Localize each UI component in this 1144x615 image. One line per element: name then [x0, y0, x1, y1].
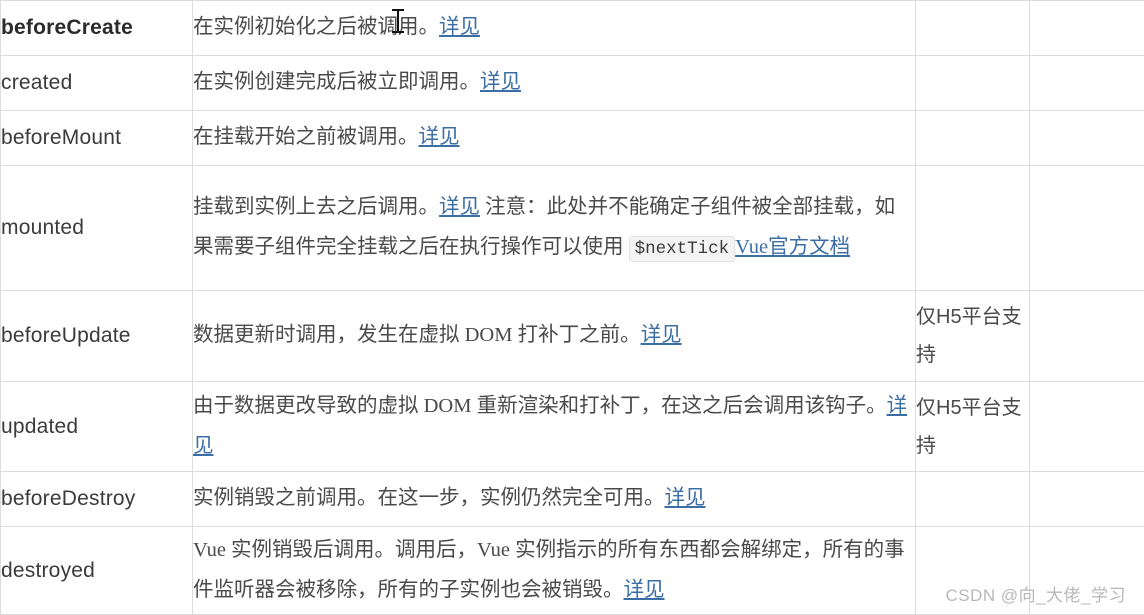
table-row: mounted 挂载到实例上去之后调用。详见 注意：此处并不能确定子组件被全部挂…: [1, 166, 1144, 291]
table-row: beforeMount 在挂载开始之前被调用。详见: [1, 111, 1144, 166]
platform-support-cell: [916, 472, 1030, 527]
hook-description-cell: 实例销毁之前调用。在这一步，实例仍然完全可用。详见: [193, 472, 916, 527]
hook-description-cell: 在实例创建完成后被立即调用。详见: [193, 56, 916, 111]
extra-cell: [1030, 1, 1144, 56]
description-text: 在实例创建完成后被立即调用。: [193, 71, 480, 93]
platform-support-cell: [916, 1, 1030, 56]
platform-support-cell: [916, 56, 1030, 111]
hook-name-cell: beforeMount: [1, 111, 193, 166]
table-row: updated 由于数据更改导致的虚拟 DOM 重新渲染和打补丁，在这之后会调用…: [1, 382, 1144, 472]
description-text: 数据更新时调用，发生在虚拟 DOM 打补丁之前。: [193, 324, 641, 346]
platform-support-cell: [916, 111, 1030, 166]
platform-support-cell: [916, 166, 1030, 291]
description-text: 由于数据更改导致的虚拟 DOM 重新渲染和打补丁，在这之后会调用该钩子。: [193, 395, 887, 417]
detail-link[interactable]: 详见: [665, 487, 706, 509]
hook-description-cell: Vue 实例销毁后调用。调用后，Vue 实例指示的所有东西都会解绑定，所有的事件…: [193, 527, 916, 615]
detail-link[interactable]: 详见: [439, 16, 480, 38]
detail-link[interactable]: 详见: [419, 126, 460, 148]
hook-description-cell: 由于数据更改导致的虚拟 DOM 重新渲染和打补丁，在这之后会调用该钩子。详见: [193, 382, 916, 472]
extra-cell: [1030, 111, 1144, 166]
extra-cell: [1030, 166, 1144, 291]
table-row: beforeUpdate 数据更新时调用，发生在虚拟 DOM 打补丁之前。详见 …: [1, 291, 1144, 382]
description-text: 在挂载开始之前被调用。: [193, 126, 419, 148]
table-body: beforeCreate 在实例初始化之后被调用。详见 created 在实例创…: [1, 1, 1144, 615]
description-text: 在实例初始化之后被调用。: [193, 16, 439, 38]
hook-description-cell: 数据更新时调用，发生在虚拟 DOM 打补丁之前。详见: [193, 291, 916, 382]
detail-link[interactable]: 详见: [624, 579, 665, 601]
extra-cell: [1030, 382, 1144, 472]
hook-name-cell: updated: [1, 382, 193, 472]
table-row: beforeDestroy 实例销毁之前调用。在这一步，实例仍然完全可用。详见: [1, 472, 1144, 527]
hook-description-cell: 挂载到实例上去之后调用。详见 注意：此处并不能确定子组件被全部挂载，如果需要子组…: [193, 166, 916, 291]
extra-cell: [1030, 56, 1144, 111]
hook-name-cell: beforeDestroy: [1, 472, 193, 527]
detail-link[interactable]: 详见: [480, 71, 521, 93]
hook-description-cell: 在实例初始化之后被调用。详见: [193, 1, 916, 56]
inline-code-next-tick: $nextTick: [629, 236, 736, 262]
hook-name-cell: destroyed: [1, 527, 193, 615]
lifecycle-hooks-table: beforeCreate 在实例初始化之后被调用。详见 created 在实例创…: [0, 0, 1144, 615]
hook-name-cell: mounted: [1, 166, 193, 291]
hook-name-cell: beforeCreate: [1, 1, 193, 56]
table-row: destroyed Vue 实例销毁后调用。调用后，Vue 实例指示的所有东西都…: [1, 527, 1144, 615]
table-row: beforeCreate 在实例初始化之后被调用。详见: [1, 1, 1144, 56]
platform-support-cell: 仅H5平台支持: [916, 382, 1030, 472]
description-text: 实例销毁之前调用。在这一步，实例仍然完全可用。: [193, 487, 665, 509]
hook-name-cell: beforeUpdate: [1, 291, 193, 382]
extra-cell: [1030, 472, 1144, 527]
platform-support-cell: 仅H5平台支持: [916, 291, 1030, 382]
detail-link[interactable]: 详见: [439, 196, 480, 218]
vue-official-docs-link[interactable]: Vue官方文档: [735, 236, 850, 258]
hook-name-cell: created: [1, 56, 193, 111]
platform-support-cell: [916, 527, 1030, 615]
detail-link[interactable]: 详见: [641, 324, 682, 346]
table-row: created 在实例创建完成后被立即调用。详见: [1, 56, 1144, 111]
description-text: Vue 实例销毁后调用。调用后，Vue 实例指示的所有东西都会解绑定，所有的事件…: [193, 539, 905, 601]
extra-cell: [1030, 527, 1144, 615]
description-text: 挂载到实例上去之后调用。: [193, 196, 439, 218]
hook-description-cell: 在挂载开始之前被调用。详见: [193, 111, 916, 166]
extra-cell: [1030, 291, 1144, 382]
